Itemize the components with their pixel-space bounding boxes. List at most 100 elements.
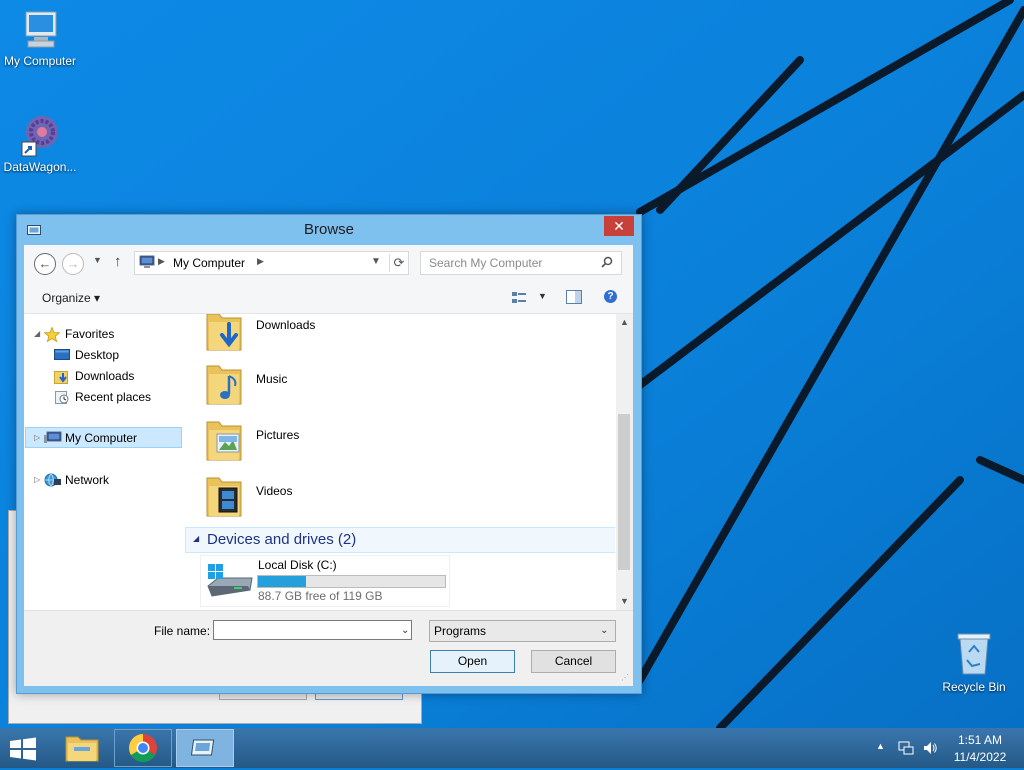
taskbar: ▲ 1:51 AM 11/4/2022 <box>0 728 1024 768</box>
tree-item-label: Desktop <box>75 348 120 362</box>
folder-name: Pictures <box>256 428 300 442</box>
cancel-button[interactable]: Cancel <box>531 650 616 673</box>
refresh-button[interactable]: ⟳ <box>389 254 408 272</box>
chevron-down-icon: ⌄ <box>600 625 609 636</box>
chevron-down-icon[interactable]: ⌄ <box>401 625 409 636</box>
chevron-down-icon[interactable]: ▼ <box>538 291 547 301</box>
tree-item-downloads[interactable]: Downloads <box>32 366 172 386</box>
tree-item-my-computer[interactable]: ▷ My Computer <box>25 427 182 448</box>
devices-group-header[interactable]: ◢ Devices and drives (2) <box>185 527 615 553</box>
tree-item-desktop[interactable]: Desktop <box>32 345 172 365</box>
taskbar-file-explorer[interactable] <box>54 729 112 767</box>
expand-triangle-icon[interactable]: ◢ <box>34 324 40 344</box>
tree-item-label: Network <box>65 473 110 487</box>
drive-usage-fill <box>258 576 306 587</box>
file-type-select[interactable]: Programs ⌄ <box>429 620 616 642</box>
pictures-folder-icon <box>206 421 242 461</box>
search-icon[interactable] <box>601 256 613 268</box>
desktop-icon-recycle-bin[interactable]: Recycle Bin <box>934 630 1014 694</box>
file-list: Downloads Music Pictures Videos ◢ Device… <box>185 314 615 610</box>
vertical-scrollbar[interactable]: ▲ ▼ <box>616 314 633 610</box>
recent-locations-dropdown[interactable]: ▼ <box>93 255 102 265</box>
expand-triangle-icon[interactable]: ▷ <box>34 428 40 448</box>
preview-pane-icon[interactable] <box>566 290 582 304</box>
help-icon[interactable]: ? <box>604 290 617 303</box>
folder-name: Downloads <box>256 318 316 332</box>
folder-music[interactable]: Music <box>205 362 385 410</box>
file-name-input[interactable] <box>213 620 412 640</box>
recent-places-icon <box>55 391 69 404</box>
close-button[interactable]: ✕ <box>604 216 634 236</box>
clock-time[interactable]: 1:51 AM <box>944 733 1016 747</box>
scroll-thumb[interactable] <box>618 414 630 570</box>
taskbar-browse-window[interactable] <box>176 729 234 767</box>
search-input[interactable]: Search My Computer <box>420 251 622 275</box>
volume-icon[interactable] <box>922 740 938 756</box>
navigation-row: ← → ▼ ↑ ▶ My Computer ▶ ▼ ⟳ Search My Co… <box>24 245 633 283</box>
browse-dialog: Browse ✕ ← → ▼ ↑ ▶ My Computer ▶ ▼ ⟳ Sea… <box>16 214 642 694</box>
address-text[interactable]: My Computer <box>173 256 245 270</box>
chevron-right-icon[interactable]: ▶ <box>158 256 165 267</box>
arrow-up-icon: ↑ <box>114 253 122 270</box>
folder-pictures[interactable]: Pictures <box>205 418 385 466</box>
downloads-folder-icon <box>54 371 68 384</box>
organize-label: Organize <box>42 291 91 305</box>
tree-item-recent-places[interactable]: Recent places <box>32 387 177 407</box>
arrow-left-icon: ← <box>38 256 52 271</box>
show-hidden-icons-icon[interactable]: ▲ <box>876 741 885 751</box>
dialog-title: Browse <box>303 221 355 238</box>
computer-icon <box>44 431 62 443</box>
resize-grip-icon[interactable]: ⋰ <box>621 673 629 682</box>
tree-item-label: Favorites <box>65 327 115 341</box>
file-type-value: Programs <box>434 624 487 638</box>
group-label: Devices and drives (2) <box>207 531 357 548</box>
music-folder-icon <box>206 365 242 405</box>
recycle-bin-icon <box>957 633 991 675</box>
star-icon <box>44 327 60 342</box>
dialog-titlebar[interactable]: Browse ✕ <box>17 215 641 245</box>
close-icon: ✕ <box>613 218 625 234</box>
computer-icon <box>139 255 155 268</box>
taskbar-chrome[interactable] <box>114 729 172 767</box>
tree-item-label: Downloads <box>75 369 135 383</box>
folder-videos[interactable]: Videos <box>205 474 385 522</box>
clock-date[interactable]: 11/4/2022 <box>944 750 1016 764</box>
change-view-icon[interactable] <box>511 291 527 305</box>
file-explorer-icon <box>65 736 99 762</box>
desktop-icon-my-computer[interactable]: My Computer <box>0 8 80 68</box>
downloads-folder-icon <box>206 314 242 351</box>
back-button[interactable]: ← <box>34 253 56 275</box>
desktop-icon-datawagon[interactable]: DataWagon... <box>0 112 80 174</box>
forward-button[interactable]: → <box>62 253 84 275</box>
network-tray-icon[interactable] <box>898 740 914 756</box>
open-button[interactable]: Open <box>430 650 515 673</box>
file-name-label: File name: <box>154 624 211 638</box>
videos-folder-icon <box>206 477 242 517</box>
expand-triangle-icon[interactable]: ▷ <box>34 470 40 490</box>
scroll-up-icon[interactable]: ▲ <box>620 317 629 327</box>
folder-name: Music <box>256 372 288 386</box>
desktop-icon <box>54 349 70 360</box>
refresh-icon: ⟳ <box>393 255 405 270</box>
desktop-icon-label: Recycle Bin <box>942 680 1006 694</box>
drive-local-disk-c[interactable]: Local Disk (C:) 88.7 GB free of 119 GB <box>200 555 450 607</box>
up-button[interactable]: ↑ <box>114 253 122 270</box>
tree-item-label: Recent places <box>75 390 152 404</box>
tree-item-favorites[interactable]: ◢ Favorites <box>32 324 172 344</box>
chevron-down-icon[interactable]: ▼ <box>371 256 381 267</box>
folder-downloads[interactable]: Downloads <box>205 314 385 356</box>
collapse-triangle-icon[interactable]: ◢ <box>193 534 199 543</box>
scroll-down-icon[interactable]: ▼ <box>620 596 629 606</box>
tree-item-network[interactable]: ▷ Network <box>32 470 172 490</box>
window-icon <box>190 739 215 756</box>
drive-usage-bar <box>257 575 446 588</box>
address-bar[interactable]: ▶ My Computer ▶ ▼ ⟳ <box>134 251 409 275</box>
drive-name: Local Disk (C:) <box>258 558 337 572</box>
dialog-client: ← → ▼ ↑ ▶ My Computer ▶ ▼ ⟳ Search My Co… <box>24 245 633 686</box>
gear-cluster-icon <box>21 116 58 157</box>
windows-start-icon[interactable] <box>8 736 38 762</box>
network-icon <box>44 473 61 487</box>
organize-menu[interactable]: Organize ▾ <box>42 291 100 305</box>
hard-drive-icon <box>207 564 253 597</box>
chevron-right-icon[interactable]: ▶ <box>257 256 264 267</box>
